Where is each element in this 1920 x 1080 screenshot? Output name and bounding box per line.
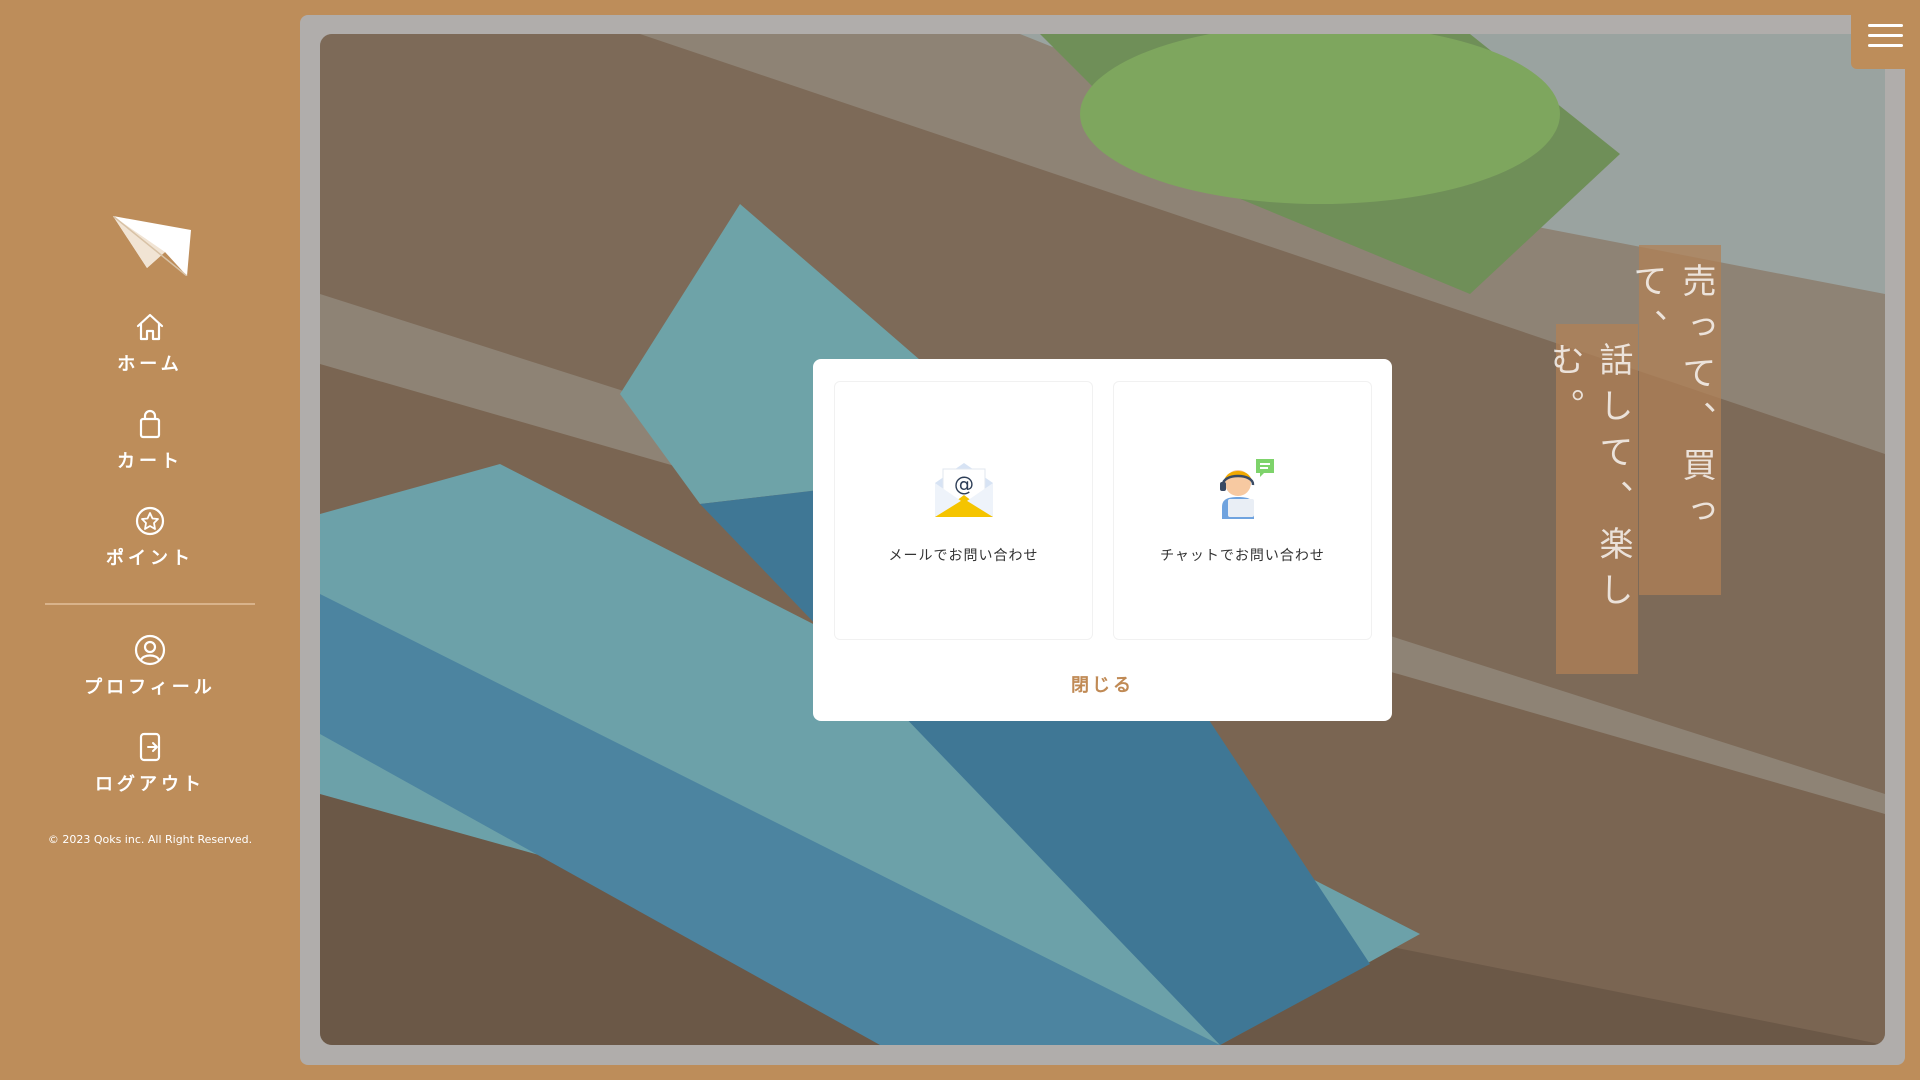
sidebar-item-label: ホーム bbox=[117, 354, 183, 375]
paper-plane-logo[interactable] bbox=[113, 216, 191, 276]
sidebar-item-label: ポイント bbox=[106, 548, 194, 569]
email-envelope-icon: @ bbox=[935, 463, 993, 517]
point-star-icon bbox=[135, 506, 165, 536]
sidebar-item-label: プロフィール bbox=[84, 677, 216, 698]
copyright-text: © 2023 Qoks inc. All Right Reserved. bbox=[47, 833, 253, 846]
user-circle-icon bbox=[134, 634, 166, 666]
email-contact-option[interactable]: @ メールでお問い合わせ bbox=[834, 381, 1093, 640]
hamburger-menu-button[interactable] bbox=[1851, 0, 1920, 69]
logout-icon bbox=[139, 732, 161, 762]
close-button[interactable]: 閉じる bbox=[813, 671, 1392, 697]
sidebar: ホーム カート ポイント プロフィール ログアウト © 2023 Qoks in… bbox=[0, 0, 300, 1080]
hero-tagline-line-1: 売って、買って、 bbox=[1627, 245, 1721, 595]
sidebar-divider bbox=[45, 603, 255, 605]
svg-text:@: @ bbox=[954, 472, 974, 496]
sidebar-item-point[interactable]: ポイント bbox=[0, 504, 300, 570]
shopping-bag-icon bbox=[139, 409, 161, 439]
chat-contact-label: チャットでお問い合わせ bbox=[1160, 548, 1325, 564]
hamburger-menu-icon bbox=[1868, 24, 1903, 27]
chat-support-agent-icon bbox=[1220, 459, 1274, 519]
hero-tagline-line-2: 話して、楽しむ。 bbox=[1544, 324, 1638, 674]
sidebar-item-label: カート bbox=[117, 451, 183, 472]
email-contact-label: メールでお問い合わせ bbox=[888, 548, 1039, 564]
sidebar-item-label: ログアウト bbox=[95, 774, 205, 795]
chat-contact-option[interactable]: チャットでお問い合わせ bbox=[1113, 381, 1372, 640]
sidebar-item-profile[interactable]: プロフィール bbox=[0, 633, 300, 699]
home-icon bbox=[136, 313, 164, 341]
sidebar-item-home[interactable]: ホーム bbox=[0, 310, 300, 376]
contact-modal: @ メールでお問い合わせ チャットでお問い合わせ 閉じる bbox=[813, 359, 1392, 721]
sidebar-item-cart[interactable]: カート bbox=[0, 407, 300, 473]
sidebar-item-logout[interactable]: ログアウト bbox=[0, 730, 300, 796]
